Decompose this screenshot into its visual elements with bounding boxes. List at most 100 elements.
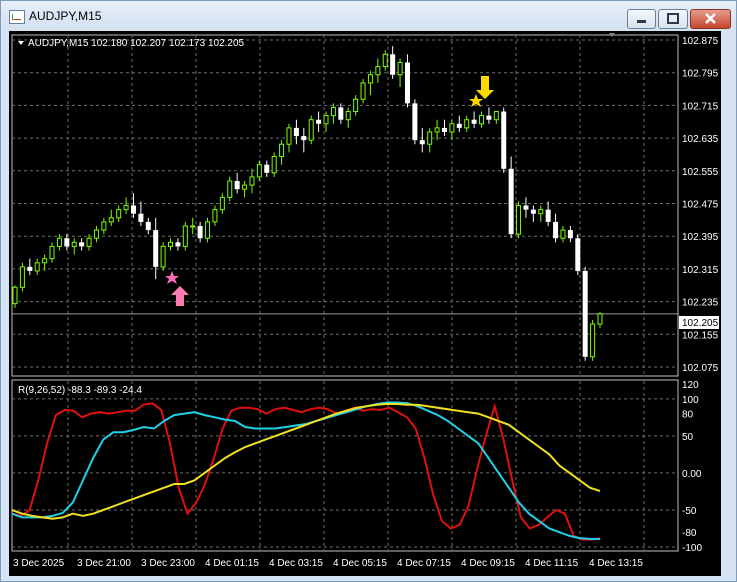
candle-body [545,209,551,222]
candle-body [108,217,114,223]
candle-body [308,119,314,141]
candle-body [175,242,181,247]
minimize-button[interactable] [627,9,656,29]
candle-body [330,106,336,117]
candle [582,266,588,361]
candle-body [523,205,529,210]
candle-body [227,180,233,198]
candle-body [286,127,292,145]
candle [205,217,211,243]
candle-body [212,209,218,223]
candle-body [116,209,122,219]
price-tick-label: 102.635 [682,134,719,145]
candle-body [130,205,136,214]
price-tick-label: 102.395 [682,232,719,243]
candle-body [538,209,544,215]
candle-body [138,213,144,222]
candle-body [279,143,285,157]
candle [19,262,25,292]
candle-body [145,221,151,231]
price-pane-header: AUDJPY,M15 102.180 102.207 102.173 102.2… [28,38,245,49]
title-bar[interactable]: AUDJPY,M15 [1,1,736,31]
candle-body [597,313,603,325]
candle-body [338,107,344,120]
window-title: AUDJPY,M15 [29,9,102,23]
candle-body [456,123,462,128]
terminal-window: AUDJPY,M15 AUDJPY,M15 102.180 102.207 10… [0,0,737,582]
maximize-icon [667,13,679,24]
candle-body [360,82,366,100]
maximize-button[interactable] [658,9,688,29]
price-tick-label: 102.475 [682,200,719,211]
time-tick-label: 3 Dec 23:00 [141,558,195,569]
time-tick-label: 4 Dec 03:15 [269,558,323,569]
candle-body [34,262,40,272]
chart-canvas[interactable]: AUDJPY,M15 102.180 102.207 102.173 102.2… [9,31,721,576]
indicator-tick-label: -100 [682,543,702,554]
candle-body [301,136,307,141]
time-tick-label: 4 Dec 09:15 [461,558,515,569]
candle-body [168,241,174,247]
price-tick-label: 102.875 [682,36,719,47]
candle-body [205,221,211,239]
candle [182,221,188,251]
price-tick-label: 102.075 [682,363,719,374]
indicator-tick-label: 100 [682,395,699,406]
candle-body [501,111,507,169]
candle [360,78,366,104]
candle-body [323,115,329,125]
close-button[interactable] [690,9,731,29]
candle-body [19,266,25,288]
price-tick-label: 102.235 [682,298,719,309]
candle [227,176,233,202]
candle-body [367,74,373,84]
candle [575,234,581,276]
candle-body [264,164,270,173]
candle-body [101,221,107,231]
candle-body [12,286,18,305]
candle [501,107,507,173]
candle [590,319,596,361]
candle-body [49,245,55,260]
candle-body [397,61,403,76]
indicator-tick-label: -50 [682,506,697,517]
candle-body [27,266,33,271]
candle-body [382,53,388,68]
time-tick-label: 4 Dec 05:15 [333,558,387,569]
candle-body [353,98,359,113]
indicator-tick-label: -80 [682,528,697,539]
candle-body [553,221,559,239]
candle-body [560,229,566,239]
close-icon [705,13,716,24]
candle-body [153,230,159,267]
indicator-pane-header: R(9,26,52) -88.3 -89.3 -24.4 [18,385,142,396]
candle-body [464,119,470,129]
price-tick-label: 102.155 [682,330,719,341]
candle-body [234,181,240,190]
candle-body [375,66,381,76]
time-tick-label: 4 Dec 07:15 [397,558,451,569]
candle-body [345,111,351,121]
candle-body [190,225,196,228]
candle-body [197,225,203,239]
time-tick-label: 3 Dec 2025 [13,558,65,569]
indicator-tick-label: 80 [682,410,694,421]
candle-body [419,140,425,145]
candle-body [471,119,477,124]
time-tick-label: 4 Dec 13:15 [589,558,643,569]
time-tick-label: 4 Dec 01:15 [205,558,259,569]
candle [516,201,522,239]
candle-body [242,184,248,190]
candle-body [404,62,410,104]
candle-body [64,238,70,247]
time-tick-label: 3 Dec 21:00 [77,558,131,569]
candle-body [123,205,129,211]
candle-body [412,103,418,141]
candle-body [508,168,514,235]
candle-body [434,127,440,133]
indicator-tick-label: 0.00 [682,469,702,480]
candle-body [390,54,396,75]
time-tick-label: 4 Dec 11:15 [525,558,579,569]
candle-body [479,115,485,125]
chart-area[interactable]: AUDJPY,M15 102.180 102.207 102.173 102.2… [9,31,721,576]
